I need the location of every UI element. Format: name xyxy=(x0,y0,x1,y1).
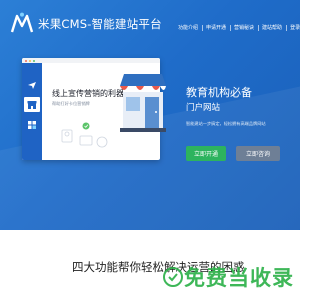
panel-subtext: 帮助打好卡位营销牌 xyxy=(52,101,90,106)
nav-divider xyxy=(257,24,259,31)
open-now-button[interactable]: 立即开通 xyxy=(186,146,226,161)
nav-divider xyxy=(201,24,203,31)
watermark-logo-icon xyxy=(163,267,183,287)
nav-item-marketing[interactable]: 营销秘诀 xyxy=(234,24,254,31)
nav-item-login[interactable]: 登录 xyxy=(290,24,300,31)
site-title[interactable]: 米果CMS-智能建站平台 xyxy=(38,16,162,32)
window-dot-icon xyxy=(25,59,27,62)
window-dot-icon xyxy=(33,59,35,62)
plane-icon[interactable] xyxy=(24,77,40,92)
top-nav: 功能介绍 申请开通 营销秘诀 建站帮助 登录 xyxy=(178,24,300,31)
consult-now-button[interactable]: 立即咨询 xyxy=(236,146,280,161)
hero-description: 智能建站一步搞定，轻松拥有高端品牌网站 xyxy=(186,121,266,126)
hero-banner: 米果CMS-智能建站平台 功能介绍 申请开通 营销秘诀 建站帮助 登录 线上宣传… xyxy=(0,0,300,230)
watermark-overlay: 免费当收录 xyxy=(162,262,294,292)
storefront-icon xyxy=(120,74,166,132)
nav-divider xyxy=(229,24,231,31)
browser-titlebar xyxy=(22,58,160,63)
nav-item-features[interactable]: 功能介绍 xyxy=(178,24,198,31)
nav-item-help[interactable]: 建站帮助 xyxy=(262,24,282,31)
window-dot-icon xyxy=(29,59,31,62)
side-rail xyxy=(22,63,42,160)
nav-divider xyxy=(285,24,287,31)
grid-icon[interactable] xyxy=(24,117,40,132)
watermark-text: 免费当收录 xyxy=(184,266,294,290)
store-icon[interactable] xyxy=(24,97,40,112)
hero-title: 教育机构必备 xyxy=(186,86,252,99)
logo-icon xyxy=(10,12,34,33)
decorative-graphics xyxy=(61,122,108,148)
hero-subtitle: 门户网站 xyxy=(186,103,221,113)
nav-item-apply[interactable]: 申请开通 xyxy=(206,24,226,31)
